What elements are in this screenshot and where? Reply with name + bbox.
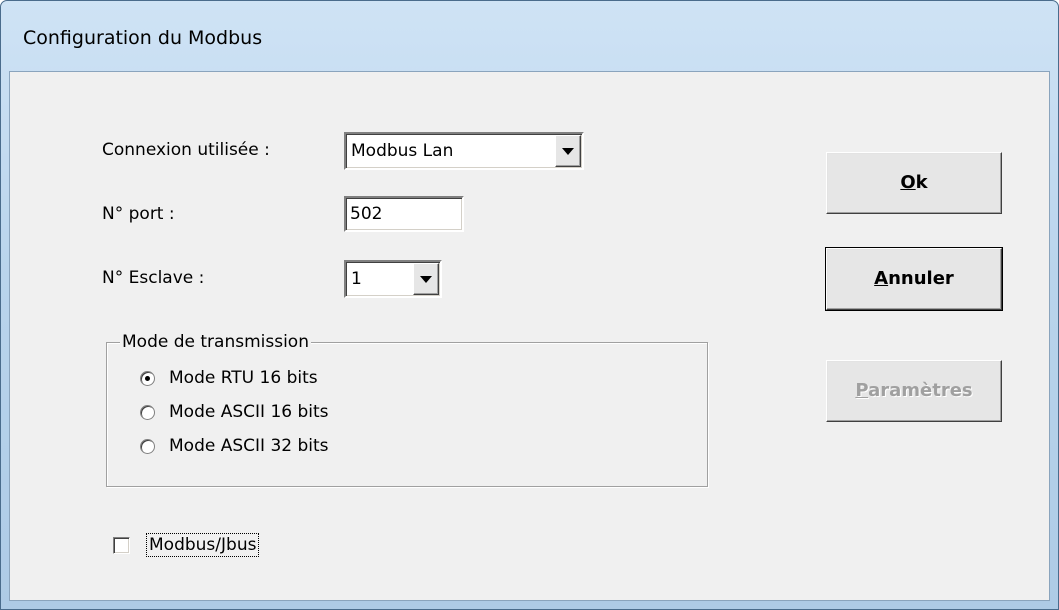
cancel-mnemonic: A: [874, 268, 889, 289]
chevron-down-icon: [420, 276, 432, 283]
parameters-button[interactable]: Paramètres: [826, 360, 1002, 422]
connexion-combobox-value: Modbus Lan: [351, 141, 454, 161]
esclave-combobox-value: 1: [351, 269, 362, 289]
chevron-down-icon: [562, 148, 574, 155]
radio-mode-ascii-32[interactable]: Mode ASCII 32 bits: [140, 435, 329, 457]
port-label: N° port :: [102, 204, 175, 224]
radio-label: Mode RTU 16 bits: [169, 368, 318, 388]
radio-button[interactable]: [140, 370, 155, 386]
params-label-rest: aramètres: [868, 380, 973, 401]
radio-mode-ascii-16[interactable]: Mode ASCII 16 bits: [140, 401, 329, 423]
esclave-label: N° Esclave :: [102, 268, 205, 288]
ok-mnemonic: O: [900, 172, 916, 193]
radio-button[interactable]: [140, 438, 155, 454]
transmission-mode-legend: Mode de transmission: [120, 332, 311, 352]
modbus-jbus-label[interactable]: Modbus/Jbus: [146, 533, 260, 557]
port-input[interactable]: [344, 196, 464, 232]
title-bar[interactable]: Configuration du Modbus: [1, 1, 1058, 71]
connexion-label: Connexion utilisée :: [102, 140, 270, 160]
esclave-combobox[interactable]: 1: [344, 260, 442, 298]
connexion-dropdown-button[interactable]: [555, 135, 581, 167]
window-title: Configuration du Modbus: [23, 27, 263, 49]
cancel-label-rest: nnuler: [888, 268, 954, 289]
dialog-window: Configuration du Modbus Connexion utilis…: [0, 0, 1059, 610]
dialog-client-area: Connexion utilisée : Modbus Lan N° port …: [9, 71, 1050, 601]
ok-button[interactable]: Ok: [826, 152, 1002, 214]
modbus-jbus-checkbox[interactable]: [113, 537, 130, 554]
esclave-dropdown-button[interactable]: [413, 263, 439, 295]
transmission-mode-group: Mode de transmission Mode RTU 16 bits Mo…: [106, 332, 708, 487]
radio-button[interactable]: [140, 404, 155, 420]
radio-label: Mode ASCII 16 bits: [169, 402, 329, 422]
cancel-button[interactable]: Annuler: [825, 247, 1003, 311]
radio-mode-rtu-16[interactable]: Mode RTU 16 bits: [140, 367, 318, 389]
ok-label-rest: k: [915, 172, 928, 193]
params-mnemonic: P: [855, 380, 869, 401]
radio-label: Mode ASCII 32 bits: [169, 436, 329, 456]
connexion-combobox[interactable]: Modbus Lan: [344, 132, 584, 170]
